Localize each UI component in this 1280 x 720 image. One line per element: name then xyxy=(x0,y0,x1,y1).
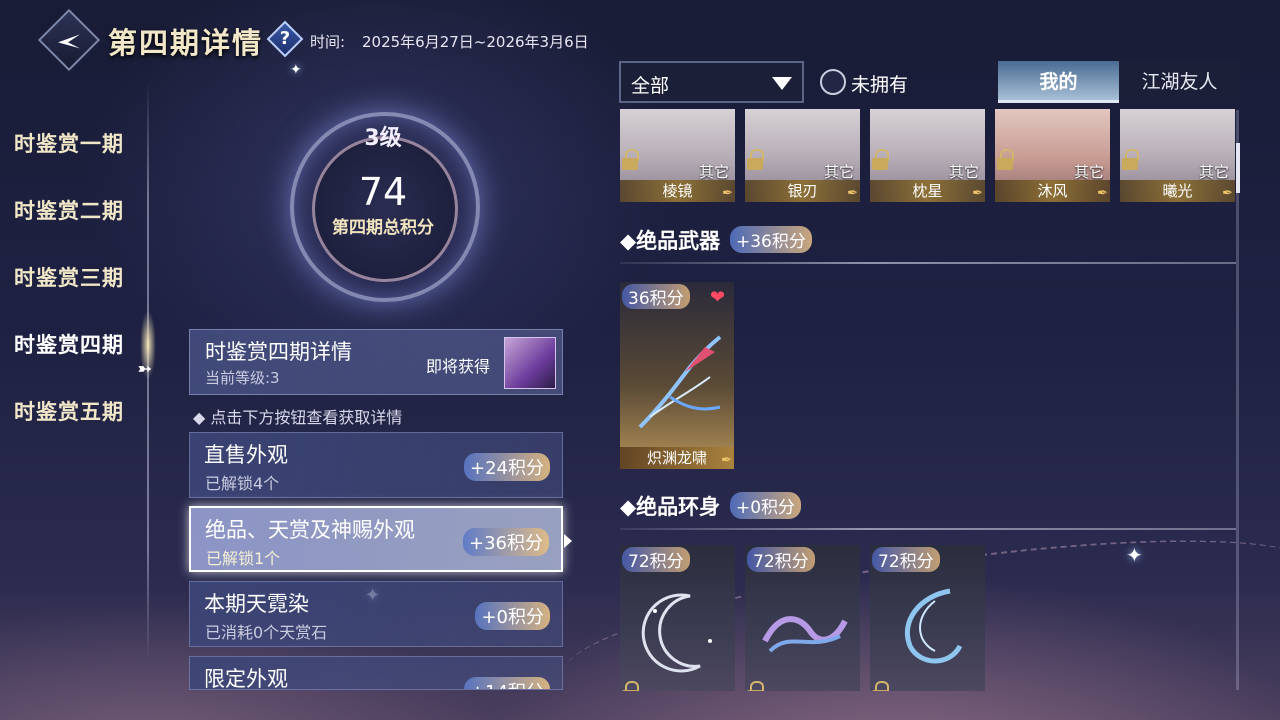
chevron-down-icon xyxy=(772,77,792,90)
weapon-card[interactable]: 36积分 炽渊龙啸 ✒ xyxy=(620,282,734,469)
outfit-tag: 其它 xyxy=(823,163,854,181)
quill-icon: ✒ xyxy=(1097,186,1108,201)
unowned-label[interactable]: 未拥有 xyxy=(851,70,908,97)
level-text: 3级 xyxy=(364,126,402,151)
filter-value: 全部 xyxy=(631,75,670,97)
lock-icon xyxy=(872,681,889,691)
help-button[interactable]: ? xyxy=(266,20,304,58)
period-list: 时鉴赏一期 时鉴赏二期 时鉴赏三期 时鉴赏四期 ➳ 时鉴赏五期 xyxy=(0,110,160,445)
weapon-name: 炽渊龙啸 xyxy=(620,447,734,469)
spiral-icon xyxy=(904,588,963,664)
category-points: +14积分 xyxy=(464,677,550,689)
aura-card[interactable]: 72积分 xyxy=(620,545,735,691)
lock-icon xyxy=(622,681,639,691)
category-points: +0积分 xyxy=(475,602,550,630)
quill-icon: ✒ xyxy=(721,453,732,468)
back-arrow-icon xyxy=(58,34,80,49)
outfit-tag: 其它 xyxy=(1073,163,1104,181)
category-points: +24积分 xyxy=(464,453,550,481)
category-title: 限定外观 xyxy=(204,667,288,690)
outfit-card[interactable]: 其它 棱镜 ✒ xyxy=(620,109,735,202)
koi-fish-icon xyxy=(762,616,848,653)
outfit-name: 曦光 xyxy=(1120,180,1235,202)
outfit-name: 银刃 xyxy=(745,180,860,202)
outfit-name: 棱镜 xyxy=(620,180,735,202)
outfit-card[interactable]: 其它 曦光 ✒ xyxy=(1120,109,1235,202)
aura-card[interactable]: 72积分 xyxy=(870,545,985,691)
section-title-aura: ◆绝品环身 xyxy=(620,494,721,519)
scrollbar-track[interactable] xyxy=(1236,110,1239,690)
outfit-name: 枕星 xyxy=(870,180,985,202)
heart-icon[interactable]: ❤ xyxy=(710,287,725,308)
lock-icon xyxy=(747,681,764,691)
category-title: 绝品、天赏及神赐外观 xyxy=(205,518,415,542)
item-points-badge: 72积分 xyxy=(622,547,690,572)
reward-thumbnail[interactable] xyxy=(504,337,556,389)
outfit-card[interactable]: 其它 银刃 ✒ xyxy=(745,109,860,202)
tab-mine[interactable]: 我的 xyxy=(998,61,1119,103)
page-title: 第四期详情 xyxy=(108,26,264,60)
sparkle-icon: ✦ xyxy=(290,62,302,78)
outfit-name: 沐风 xyxy=(995,180,1110,202)
period-item-5[interactable]: 时鉴赏五期 xyxy=(0,378,160,445)
time-value: 2025年6月27日~2026年3月6日 xyxy=(362,33,589,51)
item-points-badge: 36积分 xyxy=(622,284,690,309)
weapon-icon xyxy=(638,335,722,429)
tab-bar: 我的 江湖友人 xyxy=(998,61,1240,103)
unowned-checkbox[interactable] xyxy=(820,69,846,95)
quill-icon: ✒ xyxy=(972,186,983,201)
time-label: 时间: xyxy=(310,33,346,51)
tab-friends[interactable]: 江湖友人 xyxy=(1119,61,1240,103)
period-item-1[interactable]: 时鉴赏一期 xyxy=(0,110,160,177)
lock-icon xyxy=(747,149,764,170)
current-level: 当前等级:3 xyxy=(205,369,280,387)
tip-text: ◆ 点击下方按钮查看获取详情 xyxy=(193,408,403,427)
lock-icon xyxy=(872,149,889,170)
item-points-badge: 72积分 xyxy=(872,547,940,572)
category-direct-sale[interactable]: 直售外观 已解锁4个 +24积分 xyxy=(189,432,563,498)
quill-icon: ✒ xyxy=(847,186,858,201)
aura-card[interactable]: 72积分 xyxy=(745,545,860,691)
moon-icon xyxy=(641,593,712,673)
category-dye[interactable]: 本期天霓染 已消耗0个天赏石 +0积分 xyxy=(189,581,563,647)
lock-icon xyxy=(1122,149,1139,170)
quill-icon: ✒ xyxy=(722,186,733,201)
section-points-aura: +0积分 xyxy=(730,492,802,519)
back-button[interactable] xyxy=(37,8,101,72)
score-value: 74 xyxy=(358,170,408,214)
lock-icon xyxy=(997,149,1014,170)
detail-title: 时鉴赏四期详情 xyxy=(205,340,352,364)
section-title-weapons: ◆绝品武器 xyxy=(620,228,721,253)
category-premium[interactable]: 绝品、天赏及神赐外观 已解锁1个 +36积分 xyxy=(189,506,563,572)
outfit-tag: 其它 xyxy=(1198,163,1229,181)
score-label: 第四期总积分 xyxy=(332,218,434,238)
outfit-tag: 其它 xyxy=(948,163,979,181)
category-sub: 已解锁4个 xyxy=(205,474,280,493)
category-limited[interactable]: 限定外观 +14积分 xyxy=(189,656,563,690)
outfit-card[interactable]: 其它 沐风 ✒ xyxy=(995,109,1110,202)
scrollbar-thumb[interactable] xyxy=(1236,143,1240,193)
soon-label: 即将获得 xyxy=(426,357,491,376)
category-title: 本期天霓染 xyxy=(204,592,309,616)
section-divider xyxy=(620,262,1236,264)
period-item-2[interactable]: 时鉴赏二期 xyxy=(0,177,160,244)
period-item-label: 时鉴赏四期 xyxy=(14,332,124,357)
quill-icon: ✒ xyxy=(1222,186,1233,201)
outfit-card[interactable]: 其它 枕星 ✒ xyxy=(870,109,985,202)
section-points-weapons: +36积分 xyxy=(730,226,812,253)
section-divider xyxy=(620,528,1236,530)
category-title: 直售外观 xyxy=(204,443,288,467)
period-item-3[interactable]: 时鉴赏三期 xyxy=(0,244,160,311)
period-item-4[interactable]: 时鉴赏四期 ➳ xyxy=(0,311,160,378)
selected-arrow-icon xyxy=(564,534,572,548)
item-points-badge: 72积分 xyxy=(747,547,815,572)
lock-icon xyxy=(622,149,639,170)
category-sub: 已解锁1个 xyxy=(206,549,281,568)
outfit-tag: 其它 xyxy=(698,163,729,181)
period-detail-card[interactable]: 时鉴赏四期详情 当前等级:3 即将获得 xyxy=(189,329,563,395)
filter-dropdown[interactable]: 全部 xyxy=(619,61,804,103)
question-icon: ? xyxy=(279,28,291,49)
category-points: +36积分 xyxy=(463,528,549,556)
category-sub: 已消耗0个天赏石 xyxy=(205,623,328,642)
